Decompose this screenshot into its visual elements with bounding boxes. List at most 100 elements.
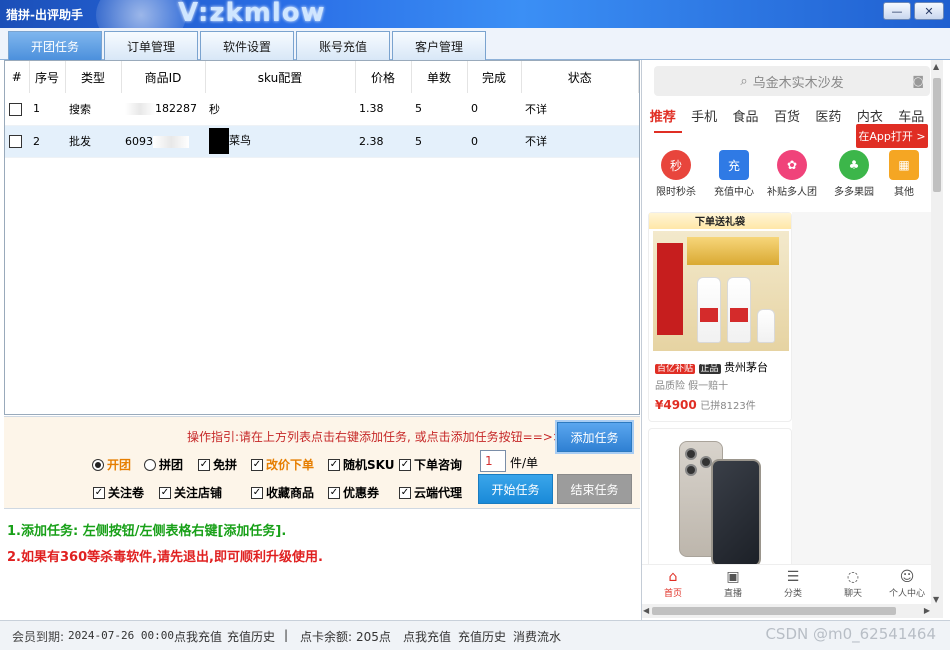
checkbox-cloud-proxy[interactable]: ✓ 云端代理 [399,484,462,501]
check-icon[interactable]: ✓ [328,486,340,499]
scroll-up-icon[interactable]: ▲ [933,62,939,71]
tv-icon: ▣ [726,569,740,585]
list-icon: ☰ [786,569,800,585]
row-done: 0 [467,93,521,126]
status-bar: 会员到期: 2024-07-26 00:00 点我充值 充值历史 | 点卡余额:… [0,620,950,650]
check-icon[interactable]: ✓ [251,486,263,499]
checkbox-coupon[interactable]: ✓ 优惠券 [328,484,379,501]
checkbox-follow-shop[interactable]: ✓ 关注店铺 [159,484,222,501]
category-item[interactable]: 医药 [808,106,849,128]
recharge-history-link[interactable]: 充值历史 [227,628,275,645]
bottle-icon [727,277,751,343]
scroll-left-icon[interactable]: ◀ [643,606,649,615]
quantity-input[interactable]: 1 [480,450,506,472]
feature-icons: 秒 限时秒杀 充 充值中心 ✿ 补贴多人团 ♣ 多多果园 ▦ 其他 [642,144,932,200]
category-item[interactable]: 百货 [766,106,807,128]
close-button[interactable]: ✕ [914,2,944,20]
row-sku: 菜鸟 [229,134,251,147]
radio-dot[interactable] [92,458,104,471]
nav-chat[interactable]: ◌ 聊天 [828,568,878,599]
start-task-button[interactable]: 开始任务 [478,474,553,504]
checkbox-follow-coupon[interactable]: ✓ 关注卷 [93,484,144,501]
table-row[interactable]: 1 搜索 182287 秒 1.38 5 0 不详 [5,93,639,126]
tab-open-task[interactable]: 开团任务 [8,31,102,60]
check-icon[interactable]: ✓ [159,486,171,499]
checkbox-collect-product[interactable]: ✓ 收藏商品 [251,484,314,501]
horizontal-scrollbar[interactable]: ◀ ▶ [642,604,943,618]
recharge-link[interactable]: 点我充值 [174,628,222,645]
nav-category[interactable]: ☰ 分类 [768,568,818,599]
checkbox-order-consult[interactable]: ✓ 下单咨询 [399,456,462,473]
row-type: 批发 [65,125,121,158]
vertical-scrollbar[interactable]: ▲ ▼ [931,60,943,606]
tab-software-settings[interactable]: 软件设置 [200,31,294,60]
row-status: 不详 [521,125,639,158]
scroll-right-icon[interactable]: ▶ [924,606,930,615]
gift-box [657,243,683,335]
col-header-status: 状态 [521,61,639,93]
authentic-tag: 正品 [698,364,721,374]
checkbox-random-sku[interactable]: ✓ 随机SKU [328,456,394,473]
scroll-thumb[interactable] [652,607,896,615]
quantity-unit: 件/单 [510,456,539,470]
table-header: # 序号 类型 商品ID sku配置 价格 单数 完成 状态 [5,61,639,93]
col-header-sku: sku配置 [205,61,356,93]
nav-home[interactable]: ⌂ 首页 [648,568,698,599]
mobile-webview[interactable]: ⌕ 乌金木实木沙发 ◙ 推荐 手机 食品 百货 医药 内衣 车品 在App打开 … [641,60,943,620]
check-icon[interactable]: ✓ [399,458,411,471]
radio-join-group[interactable]: 拼团 [144,456,183,473]
feature-orchard[interactable]: ♣ 多多果园 [826,150,882,198]
row-count: 5 [411,125,467,158]
flower-icon: ✿ [777,150,807,180]
minimize-button[interactable]: — [883,2,911,20]
check-icon[interactable]: ✓ [251,458,263,471]
feature-subsidy-group[interactable]: ✿ 补贴多人团 [764,150,820,198]
row-done: 0 [467,125,521,158]
category-item[interactable]: 推荐 [642,106,683,128]
checkbox-free-pin[interactable]: ✓ 免拼 [198,456,237,473]
scroll-down-icon[interactable]: ▼ [933,595,939,604]
nav-profile[interactable]: ☺ 个人中心 [882,568,932,599]
product-price: ¥4900 [655,398,697,412]
feature-other[interactable]: ▦ 其他 [884,150,924,198]
mobile-search-placeholder: 乌金木实木沙发 [752,75,844,91]
balance-value: 205点 [356,630,391,644]
task-table-area[interactable]: # 序号 类型 商品ID sku配置 价格 单数 完成 状态 1 搜索 1822… [4,60,640,415]
feature-recharge[interactable]: 充 充值中心 [706,150,762,198]
mobile-search-bar[interactable]: ⌕ 乌金木实木沙发 ◙ [654,66,930,96]
product-card[interactable] [648,428,792,573]
category-item[interactable]: 食品 [725,106,766,128]
row-checkbox[interactable] [9,134,22,148]
col-header-price: 价格 [355,61,412,93]
home-icon: ⌂ [668,569,678,585]
recharge-link-2[interactable]: 点我充值 [403,628,451,645]
product-card[interactable]: 下单送礼袋 百亿补贴 正品 贵州茅台 品质险 假一赔十 ¥4900 已拼8123… [648,212,792,422]
row-checkbox[interactable] [9,102,22,116]
scroll-thumb[interactable] [933,78,941,192]
title-glow [96,0,186,28]
check-icon[interactable]: ✓ [328,458,340,471]
feature-flash-sale[interactable]: 秒 限时秒杀 [648,150,704,198]
recharge-history-link-2[interactable]: 充值历史 [458,628,506,645]
radio-dot[interactable] [144,458,156,471]
checkbox-change-price[interactable]: ✓ 改价下单 [251,456,314,473]
consume-flow-link[interactable]: 消费流水 [513,628,561,645]
radio-open-group[interactable]: 开团 [92,456,131,473]
camera-icon[interactable]: ◙ [912,74,924,88]
check-icon[interactable]: ✓ [93,486,105,499]
check-icon[interactable]: ✓ [399,486,411,499]
redacted-blur [125,103,155,116]
nav-live[interactable]: ▣ 直播 [708,568,758,599]
control-panel: 操作指引:请在上方列表点击右键添加任务, 或点击添加任务按钮==>> 添加任务 … [4,416,640,508]
add-task-button[interactable]: 添加任务 [557,422,632,452]
info-line-1: 1.添加任务: 左侧按钮/左侧表格右键[添加任务]. [7,524,287,539]
category-item[interactable]: 手机 [683,106,724,128]
tab-account-recharge[interactable]: 账号充值 [296,31,390,60]
end-task-button[interactable]: 结束任务 [557,474,632,504]
check-icon[interactable]: ✓ [198,458,210,471]
gift-box-gold [687,237,779,265]
tab-order-manage[interactable]: 订单管理 [104,31,198,60]
table-row[interactable]: 2 批发 6093 菜鸟 2.38 5 0 不详 [5,125,639,158]
row-product-id: 6093 [125,134,153,148]
tab-customer-manage[interactable]: 客户管理 [392,31,486,60]
